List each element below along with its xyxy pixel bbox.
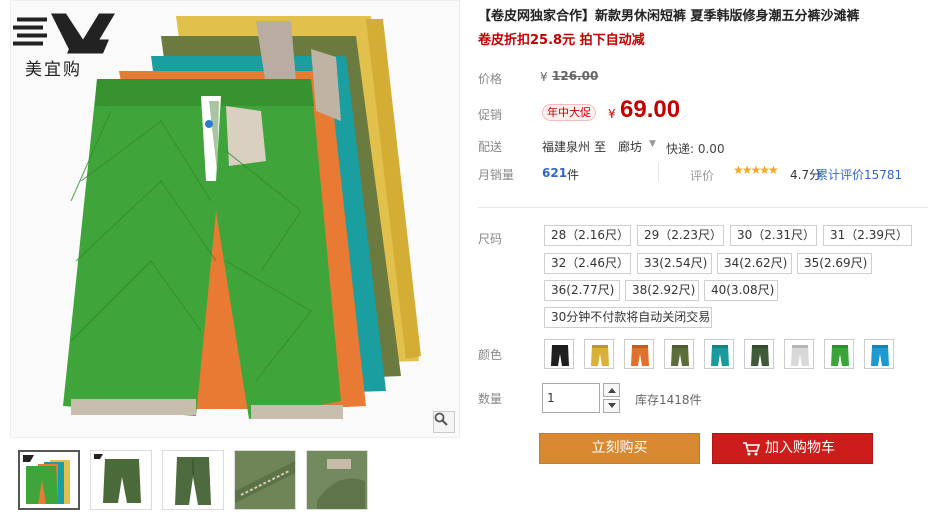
brand-name: 美宜购 xyxy=(25,60,82,80)
size-option-29[interactable]: 29（2.23尺） xyxy=(637,225,724,246)
cart-icon xyxy=(743,442,760,456)
thumbnail-3[interactable] xyxy=(162,450,224,510)
quantity-input[interactable]: 1 xyxy=(542,383,600,413)
section-divider xyxy=(478,207,928,208)
monthly-sales-count: 621 xyxy=(542,166,568,180)
color-swatch-1[interactable] xyxy=(544,339,574,369)
shipping-label: 配送 xyxy=(478,140,503,154)
thumbnail-4[interactable] xyxy=(234,450,296,510)
promo-label: 促销 xyxy=(478,108,503,122)
size-option-38[interactable]: 38(2.92尺) xyxy=(625,280,699,301)
product-subtitle: 卷皮折扣25.8元 拍下自动减 xyxy=(478,33,645,48)
size-option-33[interactable]: 33(2.54尺) xyxy=(637,253,712,274)
color-label: 颜色 xyxy=(478,348,503,362)
rating-stars-icon: ★★★★★ xyxy=(733,163,779,177)
ship-to-word: 至 xyxy=(594,140,607,154)
thumbnail-2[interactable] xyxy=(90,450,152,510)
color-swatch-2[interactable] xyxy=(584,339,614,369)
color-swatch-5[interactable] xyxy=(704,339,734,369)
chevron-up-icon[interactable] xyxy=(603,383,620,397)
size-option-40[interactable]: 40(3.08尺) xyxy=(704,280,778,301)
add-to-cart-button[interactable]: 加入购物车 xyxy=(712,433,873,464)
price-label: 价格 xyxy=(478,72,503,86)
product-gallery: 美宜购 xyxy=(10,0,460,515)
quantity-label: 数量 xyxy=(478,392,503,406)
size-option-32[interactable]: 32（2.46尺） xyxy=(544,253,631,274)
promo-badge: 年中大促 xyxy=(542,104,596,121)
size-option-34[interactable]: 34(2.62尺) xyxy=(717,253,792,274)
chevron-down-icon[interactable] xyxy=(603,399,620,413)
monthly-sales-unit: 件 xyxy=(567,168,580,182)
color-swatch-7[interactable] xyxy=(784,339,814,369)
thumbnail-strip xyxy=(18,450,368,510)
ship-destination-select[interactable]: 廊坊 xyxy=(618,138,642,155)
size-option-35[interactable]: 35(2.69尺) xyxy=(797,253,872,274)
main-product-image[interactable]: 美宜购 xyxy=(10,0,460,438)
color-swatch-8[interactable] xyxy=(824,339,854,369)
divider xyxy=(658,162,659,182)
thumbnail-5[interactable] xyxy=(306,450,368,510)
magnifier-icon[interactable] xyxy=(433,411,455,433)
color-swatch-6[interactable] xyxy=(744,339,774,369)
triangle-down-icon[interactable]: ▼ xyxy=(649,139,656,149)
buy-now-button[interactable]: 立刻购买 xyxy=(539,433,700,464)
original-price-currency: ¥ xyxy=(540,70,548,84)
size-option-36[interactable]: 36(2.77尺) xyxy=(544,280,620,301)
thumbnail-1[interactable] xyxy=(18,450,80,510)
size-option-31[interactable]: 31（2.39尺） xyxy=(823,225,912,246)
color-swatch-9[interactable] xyxy=(864,339,894,369)
review-label: 评价 xyxy=(690,169,715,183)
original-price: 126.00 xyxy=(552,69,599,83)
size-label: 尺码 xyxy=(478,232,503,246)
monthly-sales-label: 月销量 xyxy=(478,168,515,182)
size-option-notice[interactable]: 30分钟不付款将自动关闭交易 xyxy=(544,307,712,328)
size-option-30[interactable]: 30（2.31尺） xyxy=(730,225,817,246)
color-swatch-3[interactable] xyxy=(624,339,654,369)
shipping-fee: 快递: 0.00 xyxy=(666,142,725,156)
add-to-cart-label: 加入购物车 xyxy=(765,440,835,456)
review-count-link[interactable]: 累计评价15781 xyxy=(816,166,902,183)
current-price-currency: ¥ xyxy=(608,107,616,121)
size-option-28[interactable]: 28（2.16尺） xyxy=(544,225,631,246)
stock-count: 库存1418件 xyxy=(635,393,702,407)
ship-origin: 福建泉州 xyxy=(542,140,591,154)
product-title: 【卷皮网独家合作】新款男休闲短裤 夏季韩版修身潮五分裤沙滩裤 xyxy=(478,9,860,24)
color-swatch-4[interactable] xyxy=(664,339,694,369)
current-price: 69.00 xyxy=(620,96,681,123)
